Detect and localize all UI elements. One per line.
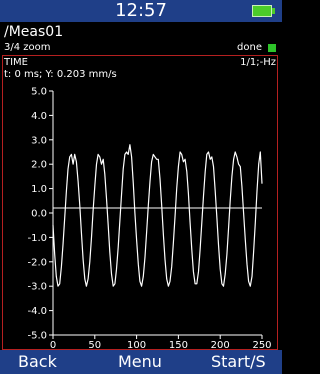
y-tick-label: -1.0 <box>27 233 47 244</box>
y-tick-label: 4.0 <box>31 111 47 122</box>
menu-button[interactable]: Menu <box>118 352 162 371</box>
y-tick-label: 5.0 <box>31 87 47 98</box>
back-button[interactable]: Back <box>18 352 57 371</box>
time-signal-chart[interactable]: 5.04.03.02.01.00.0-1.0-2.0-3.0-4.0-5.00 5… <box>0 0 282 374</box>
signal-series <box>52 144 263 287</box>
start-button[interactable]: Start/S <box>211 352 266 371</box>
y-tick-label: 2.0 <box>31 160 47 171</box>
y-tick-label: 3.0 <box>31 135 47 146</box>
y-tick-label: -5.0 <box>27 331 47 342</box>
y-tick-label: -4.0 <box>27 306 47 317</box>
y-tick-label: 1.0 <box>31 184 47 195</box>
y-tick-label: -2.0 <box>27 257 47 268</box>
y-tick-label: -3.0 <box>27 282 47 293</box>
y-tick-label: 0.0 <box>31 209 47 220</box>
